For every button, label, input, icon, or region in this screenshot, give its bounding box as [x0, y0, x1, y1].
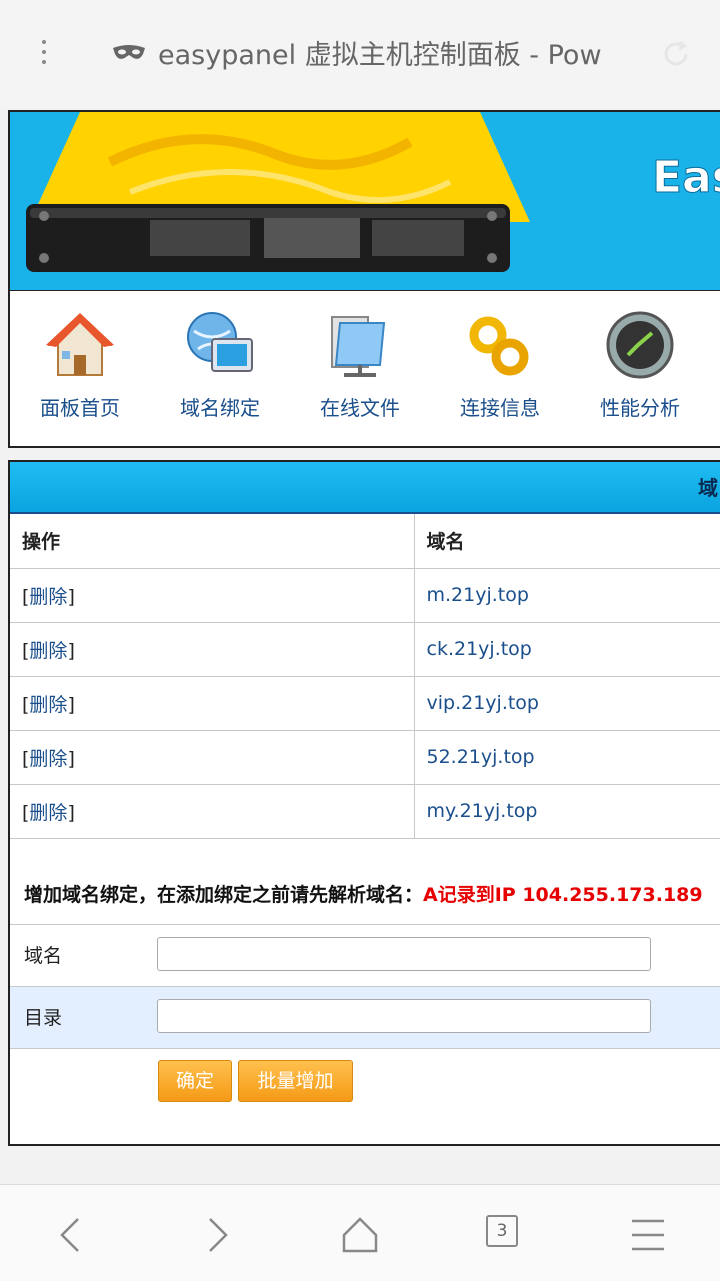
network-folder-icon: [331, 316, 386, 377]
delete-link[interactable]: 删除: [29, 748, 67, 770]
domain-form-row: 域名: [10, 924, 720, 987]
incognito-mask-icon: [113, 45, 145, 59]
confirm-button[interactable]: 确定: [158, 1060, 232, 1102]
back-icon[interactable]: [52, 1215, 92, 1255]
performance-gauge-icon: [606, 311, 674, 379]
main-nav: 面板首页 域名绑定 在线文件 连接信息 性能分析: [8, 291, 720, 448]
server-banner-image: Eas: [26, 112, 720, 272]
domain-cell: ck.21yj.top: [414, 622, 720, 677]
browser-top-bar: easypanel 虚拟主机控制面板 - Pow: [0, 0, 720, 108]
column-header-action: 操作: [10, 514, 415, 569]
nav-item-domain-binding[interactable]: 域名绑定: [150, 291, 290, 446]
domain-table: 操作 域名 [删除] m.21yj.top [删除] ck.21yj.top […: [10, 514, 720, 839]
column-header-domain: 域名: [414, 514, 720, 569]
chain-link-icon: [469, 316, 529, 376]
directory-input[interactable]: [157, 999, 651, 1033]
banner-logo-text: Eas: [652, 152, 720, 203]
table-row: [删除] my.21yj.top: [10, 784, 720, 839]
nav-label-connection-info: 连接信息: [460, 396, 540, 420]
page-title[interactable]: easypanel 虚拟主机控制面板 - Pow: [158, 36, 614, 76]
tabs-count-button[interactable]: 3: [486, 1215, 518, 1247]
panel-title: 域: [698, 476, 718, 500]
reload-icon[interactable]: [660, 38, 692, 70]
delete-link[interactable]: 删除: [29, 694, 67, 716]
browser-bottom-bar: 3: [0, 1184, 720, 1281]
nav-label-performance: 性能分析: [600, 396, 680, 420]
domain-cell: m.21yj.top: [414, 568, 720, 623]
nav-item-connection-info[interactable]: 连接信息: [430, 291, 570, 446]
delete-link[interactable]: 删除: [29, 586, 67, 608]
form-divider: [10, 1048, 720, 1050]
forward-icon[interactable]: [196, 1215, 236, 1255]
delete-link[interactable]: 删除: [29, 802, 67, 824]
add-note-text: 增加域名绑定，在添加绑定之前请先解析域名：: [24, 884, 424, 906]
table-header-row: 操作 域名: [10, 514, 720, 569]
nav-item-home[interactable]: 面板首页: [10, 291, 150, 446]
nav-label-online-files: 在线文件: [320, 396, 400, 420]
batch-add-button[interactable]: 批量增加: [238, 1060, 353, 1102]
table-row: [删除] m.21yj.top: [10, 568, 720, 623]
nav-label-domain-binding: 域名绑定: [180, 396, 260, 420]
hamburger-menu-icon[interactable]: [628, 1215, 668, 1255]
directory-field-label: 目录: [24, 1007, 63, 1029]
table-row: [删除] 52.21yj.top: [10, 730, 720, 785]
ip-record-note: A记录到IP 104.255.173.189: [423, 884, 703, 906]
more-menu-icon[interactable]: [34, 36, 54, 70]
easypanel-banner: Eas: [8, 110, 720, 292]
nav-item-online-files[interactable]: 在线文件: [290, 291, 430, 446]
web-page: Eas 面板首页 域名绑定: [0, 108, 720, 1178]
panel-header: 域: [10, 462, 720, 514]
domain-cell: my.21yj.top: [414, 784, 720, 839]
delete-link[interactable]: 删除: [29, 640, 67, 662]
directory-form-row: 目录: [10, 986, 720, 1049]
table-row: [删除] vip.21yj.top: [10, 676, 720, 731]
nav-label-home: 面板首页: [40, 396, 120, 420]
add-binding-note: 增加域名绑定，在添加绑定之前请先解析域名：A记录到IP 104.255.173.…: [24, 880, 720, 907]
home-icon[interactable]: [340, 1215, 380, 1255]
table-row: [删除] ck.21yj.top: [10, 622, 720, 677]
domain-cell: vip.21yj.top: [414, 676, 720, 731]
domain-field-label: 域名: [24, 945, 63, 967]
globe-monitor-icon: [187, 312, 253, 372]
domain-binding-panel: 域 操作 域名 [删除] m.21yj.top [删除] ck.21yj.top…: [8, 460, 720, 1146]
domain-cell: 52.21yj.top: [414, 730, 720, 785]
nav-item-performance[interactable]: 性能分析: [570, 291, 710, 446]
house-icon: [46, 313, 114, 376]
domain-input[interactable]: [157, 937, 651, 971]
